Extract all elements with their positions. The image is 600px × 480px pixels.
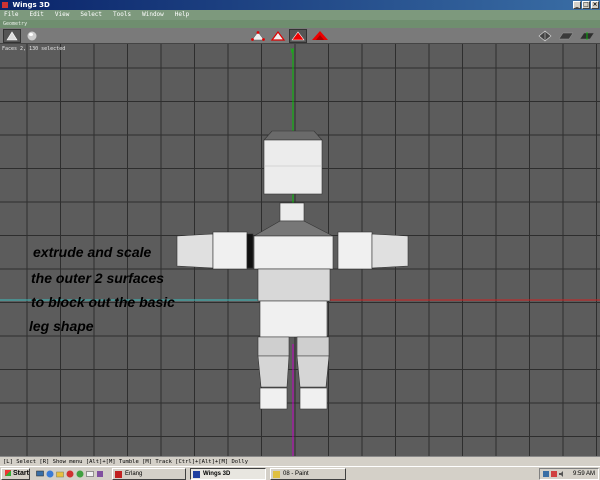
task-erlang[interactable]: Erlang xyxy=(112,468,186,480)
left-leg-lower-face xyxy=(257,355,290,388)
maximize-button[interactable]: □ xyxy=(582,1,590,9)
volume-icon[interactable] xyxy=(559,471,565,477)
body-mode-icon[interactable] xyxy=(311,29,329,43)
menu-select[interactable]: Select xyxy=(80,10,102,20)
right-leg-lower-face xyxy=(296,355,330,388)
right-foot-face xyxy=(299,387,328,410)
geometry-viewport[interactable]: Y Faces 2, 130 selected extrude and scal… xyxy=(0,44,600,456)
neck-face xyxy=(279,202,305,222)
windows-taskbar: Start Erlang Wings 3D 08 - Paint 9:59 AM xyxy=(0,466,600,480)
app-icon[interactable] xyxy=(96,470,104,478)
viewport-scene: Y xyxy=(0,44,600,456)
start-label: Start xyxy=(13,470,29,477)
y-axis-label: Y xyxy=(289,48,294,55)
paint-icon xyxy=(273,471,280,478)
network-icon[interactable] xyxy=(543,471,549,477)
vertex-mode-icon[interactable] xyxy=(249,29,267,43)
erlang-icon xyxy=(115,471,122,478)
wings-app-icon xyxy=(2,2,8,8)
task-erlang-label: Erlang xyxy=(125,471,143,477)
torso-middle-face xyxy=(257,268,331,302)
right-leg-upper-face xyxy=(296,336,330,357)
task-wings3d[interactable]: Wings 3D xyxy=(190,468,266,480)
torso-upper-face xyxy=(253,235,334,270)
task-paint[interactable]: 08 - Paint xyxy=(270,468,346,480)
antivirus-icon[interactable] xyxy=(551,471,557,477)
system-tray: 9:59 AM xyxy=(539,468,599,480)
selection-info: Faces 2, 130 selected xyxy=(2,46,66,52)
toolbar xyxy=(0,28,600,44)
task-wings3d-label: Wings 3D xyxy=(203,471,231,477)
explorer-icon[interactable] xyxy=(56,470,64,478)
left-arm-face xyxy=(212,231,248,270)
menu-file[interactable]: File xyxy=(4,10,18,20)
messenger-icon[interactable] xyxy=(76,470,84,478)
browser-icon[interactable] xyxy=(46,470,54,478)
geometry-window-title: Geometry xyxy=(0,20,600,28)
window-title: Wings 3D xyxy=(12,1,50,9)
left-foot-face xyxy=(259,387,288,410)
edge-mode-icon[interactable] xyxy=(269,29,287,43)
head-top-face xyxy=(263,130,323,141)
close-button[interactable]: × xyxy=(591,1,599,9)
wireframe-view-icon[interactable] xyxy=(536,29,554,43)
minimize-button[interactable]: _ xyxy=(573,1,581,9)
menu-edit[interactable]: Edit xyxy=(29,10,43,20)
torso-lower-face xyxy=(259,300,328,338)
window-titlebar: Wings 3D _ □ × xyxy=(0,0,600,10)
menu-tools[interactable]: Tools xyxy=(113,10,131,20)
task-paint-label: 08 - Paint xyxy=(283,471,309,477)
groundplane-icon[interactable] xyxy=(557,29,575,43)
menu-bar: File Edit View Select Tools Window Help xyxy=(0,10,600,20)
menu-help[interactable]: Help xyxy=(175,10,189,20)
desktop-icon[interactable] xyxy=(36,470,44,478)
right-arm-face xyxy=(337,231,373,270)
start-button[interactable]: Start xyxy=(1,468,30,480)
axes-icon[interactable] xyxy=(578,29,596,43)
info-line: [L] Select [R] Show menu [Alt]+[M] Tumbl… xyxy=(0,456,600,466)
wings3d-icon xyxy=(193,471,200,478)
taskbar-clock: 9:59 AM xyxy=(572,471,595,477)
menu-window[interactable]: Window xyxy=(142,10,164,20)
head-front-face xyxy=(263,139,323,195)
face-mode-icon[interactable] xyxy=(289,29,307,43)
menu-view[interactable]: View xyxy=(55,10,69,20)
shoulder-top-face xyxy=(252,220,334,237)
windows-logo-icon xyxy=(5,470,11,476)
shaded-cube-icon[interactable] xyxy=(3,29,21,43)
right-hand-face xyxy=(371,233,409,269)
media-icon[interactable] xyxy=(66,470,74,478)
smooth-sphere-icon[interactable] xyxy=(23,29,41,43)
left-selected-face xyxy=(246,233,254,269)
left-hand-face xyxy=(176,233,214,269)
left-leg-upper-face xyxy=(257,336,290,357)
mail-icon[interactable] xyxy=(86,470,94,478)
